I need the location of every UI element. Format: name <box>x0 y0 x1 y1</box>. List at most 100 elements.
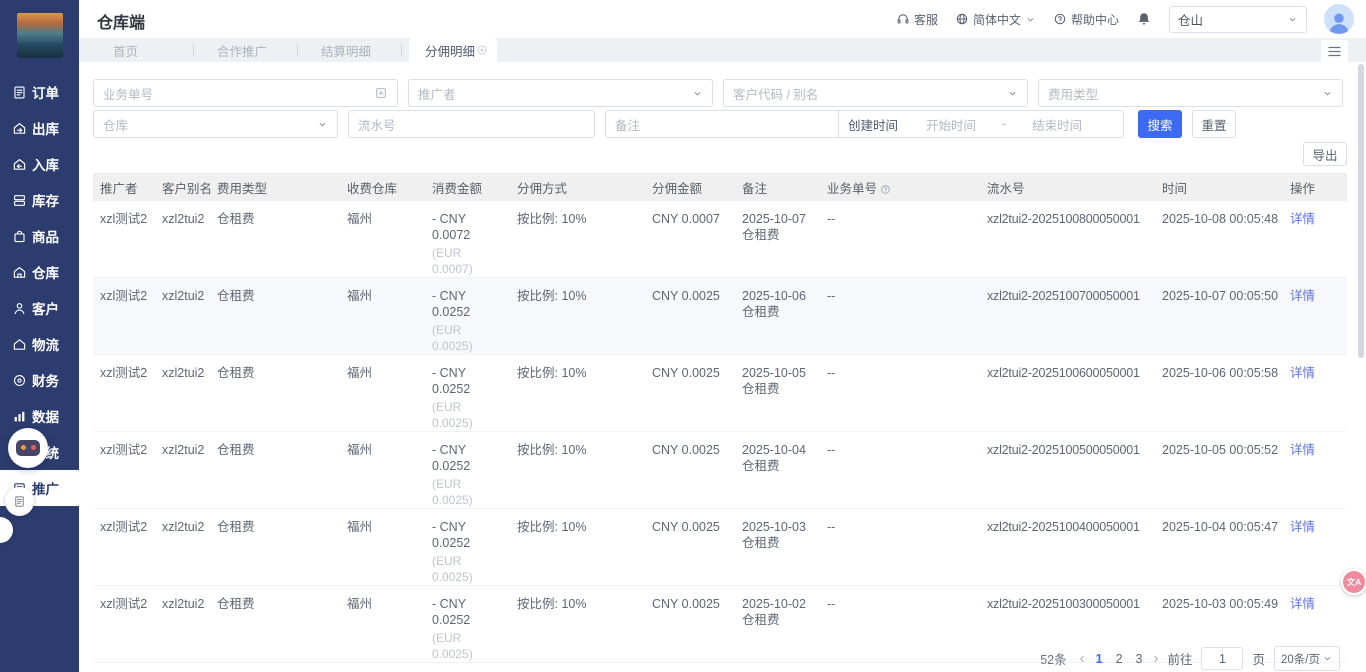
cell-biz-no: -- <box>820 663 980 672</box>
user-avatar[interactable] <box>1324 4 1354 34</box>
cell-actions: 详情 <box>1283 355 1347 432</box>
cell-alias: xzl2tui2 <box>155 432 210 509</box>
amount-eur: (EUR 0.0025) <box>432 630 504 662</box>
warehouse-filter-select[interactable]: 仓库 <box>93 110 338 138</box>
page-size-select[interactable]: 20条/页 <box>1274 646 1340 671</box>
page-number-3[interactable]: 3 <box>1134 652 1145 666</box>
warehouse-select[interactable]: 仓山 <box>1169 6 1307 33</box>
table-body: xzl测试2 xzl2tui2 仓租费 福州 - CNY 0.0072(EUR … <box>93 201 1347 672</box>
sidebar-item-customers[interactable]: 客户 <box>0 290 79 326</box>
detail-link[interactable]: 详情 <box>1290 520 1315 534</box>
export-button[interactable]: 导出 <box>1303 142 1347 166</box>
promoter-select[interactable]: 推广者 <box>408 79 713 107</box>
sidebar-item-outbound[interactable]: 出库 <box>0 110 79 146</box>
cell-alias: xzl2tui2 <box>155 586 210 663</box>
tab-label: 首页 <box>113 41 138 60</box>
cell-biz-no: -- <box>820 278 980 355</box>
amount-eur: (EUR 0.0025) <box>432 322 504 354</box>
business-no-input[interactable]: 业务单号 <box>93 79 398 107</box>
tab-list-button[interactable] <box>1321 40 1348 62</box>
col-actions: 操作 <box>1283 173 1347 201</box>
notifications-bell-icon[interactable] <box>1136 11 1152 27</box>
sidebar-item-label: 库存 <box>32 190 59 210</box>
tab-divider <box>401 44 402 56</box>
cell-remark: 2025-10-03仓租费 <box>735 509 820 586</box>
table-row[interactable]: xzl测试2 xzl2tui2 仓租费 福州 - CNY 0.0252(EUR … <box>93 278 1347 355</box>
help-icon[interactable] <box>880 184 891 195</box>
tab-settlement[interactable]: 结算明细 <box>305 38 393 62</box>
help-center-link[interactable]: 帮助中心 <box>1053 11 1119 28</box>
cell-alias: xzl2tui2 <box>155 509 210 586</box>
goto-page-input[interactable] <box>1201 647 1243 670</box>
page-number-2[interactable]: 2 <box>1114 652 1125 666</box>
sidebar-item-inbound[interactable]: 入库 <box>0 146 79 182</box>
sidebar-item-finance[interactable]: 财务 <box>0 362 79 398</box>
language-switcher[interactable]: 简体中文 <box>955 11 1036 28</box>
next-page-button[interactable]: › <box>1153 651 1158 666</box>
cell-warehouse: 福州 <box>340 355 425 432</box>
app-logo[interactable] <box>17 13 63 58</box>
select-placeholder: 费用类型 <box>1048 84 1316 103</box>
sidebar-item-label: 商品 <box>32 226 59 246</box>
cell-actions: 详情 <box>1283 509 1347 586</box>
sidebar-item-data[interactable]: 数据 <box>0 398 79 434</box>
col-alias: 客户别名 <box>155 173 210 201</box>
date-separator: - <box>1002 117 1006 131</box>
table-row[interactable]: xzl测试2 xzl2tui2 仓租费 福州 - CNY 0.0072(EUR … <box>93 201 1347 278</box>
cell-amount: - CNY 0.0252(EUR 0.0025) <box>425 355 510 432</box>
detail-link[interactable]: 详情 <box>1290 443 1315 457</box>
vertical-scrollbar[interactable] <box>1358 64 1364 358</box>
serial-no-input[interactable]: 流水号 <box>348 110 595 138</box>
cell-actions: 详情 <box>1283 278 1347 355</box>
table-row[interactable]: xzl测试2 xzl2tui2 仓租费 福州 - CNY 0.0252(EUR … <box>93 432 1347 509</box>
detail-link[interactable]: 详情 <box>1290 366 1315 380</box>
cell-time: 2025-10-07 00:05:50 <box>1155 278 1283 355</box>
close-icon[interactable] <box>476 44 488 56</box>
cell-amount: - CNY 0.0252(EUR 0.0025) <box>425 586 510 663</box>
customer-code-select[interactable]: 客户代码 / 别名 <box>723 79 1028 107</box>
sidebar-item-warehouse[interactable]: 仓库 <box>0 254 79 290</box>
multi-line-input-icon[interactable] <box>374 86 388 100</box>
tab-home[interactable]: 首页 <box>97 38 185 62</box>
tab-commission-details[interactable]: 分佣明细 <box>409 38 497 62</box>
sidebar-item-label: 财务 <box>32 370 59 390</box>
input-placeholder: 流水号 <box>358 115 585 134</box>
search-button[interactable]: 搜索 <box>1138 110 1182 138</box>
chevron-down-icon <box>1322 88 1333 99</box>
cell-actions: 详情 <box>1283 432 1347 509</box>
sidebar-item-goods[interactable]: 商品 <box>0 218 79 254</box>
detail-link[interactable]: 详情 <box>1290 597 1315 611</box>
cell-time: 2025-10-08 00:05:48 <box>1155 201 1283 278</box>
sidebar-item-logistics[interactable]: 物流 <box>0 326 79 362</box>
finance-icon <box>12 373 27 388</box>
date-range-picker[interactable]: 创建时间 开始时间 - 结束时间 <box>838 110 1124 138</box>
help-center-label: 帮助中心 <box>1071 11 1119 28</box>
sidebar-item-inventory[interactable]: 库存 <box>0 182 79 218</box>
help-icon <box>1053 12 1067 26</box>
tab-cooperation[interactable]: 合作推广 <box>201 38 289 62</box>
table-row[interactable]: xzl测试2 xzl2tui2 仓租费 福州 - CNY 0.0252(EUR … <box>93 509 1347 586</box>
table-row[interactable]: xzl测试2 xzl2tui2 仓租费 福州 - CNY 0.0252(EUR … <box>93 355 1347 432</box>
reset-button[interactable]: 重置 <box>1192 110 1236 138</box>
cell-commission: CNY 0.0025 <box>645 355 735 432</box>
translate-fab[interactable]: 文A <box>1341 569 1366 595</box>
prev-page-button[interactable]: ‹ <box>1080 651 1085 666</box>
select-placeholder: 推广者 <box>418 84 686 103</box>
main-content: 业务单号 推广者 客户代码 / 别名 费用类型 仓库 流水号 备注 创建时间 开… <box>79 62 1366 672</box>
cell-warehouse: 福州 <box>340 663 425 672</box>
cell-fee-type: 仓租费 <box>210 278 340 355</box>
total-count: 52条 <box>1040 649 1066 668</box>
notes-fab[interactable] <box>5 487 34 516</box>
cell-remark: 2025-10-02仓租费 <box>735 586 820 663</box>
page-number-1[interactable]: 1 <box>1094 652 1105 666</box>
chevron-down-icon <box>692 88 703 99</box>
detail-link[interactable]: 详情 <box>1290 212 1315 226</box>
fee-type-select[interactable]: 费用类型 <box>1038 79 1343 107</box>
sidebar-item-orders[interactable]: 订单 <box>0 74 79 110</box>
chatbot-fab[interactable] <box>8 428 48 468</box>
detail-link[interactable]: 详情 <box>1290 289 1315 303</box>
cell-method: 按比例: 10% <box>510 509 645 586</box>
cell-amount: - CNY 0.0252(EUR 0.0025) <box>425 278 510 355</box>
customer-service-link[interactable]: 客服 <box>896 11 938 28</box>
cell-fee-type: 仓租费 <box>210 355 340 432</box>
